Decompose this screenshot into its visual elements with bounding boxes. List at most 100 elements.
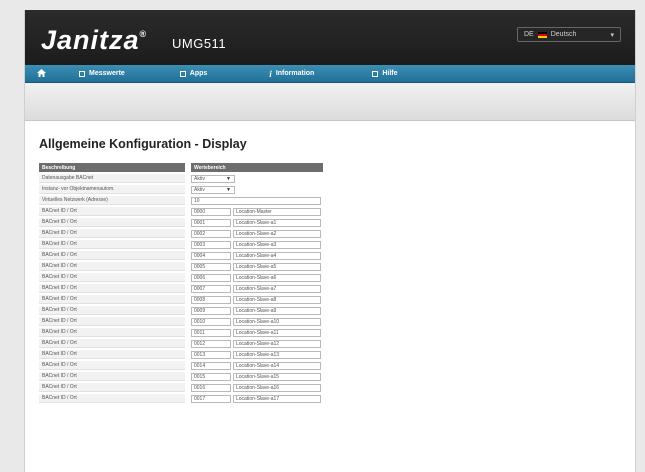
main-nav: Messwerte Apps i Information Hilfe: [25, 65, 635, 83]
nav-item-label: Messwerte: [89, 70, 125, 77]
main-content: Allgemeine Konfiguration - Display Besch…: [25, 121, 635, 405]
bacnet-output-select[interactable]: Aktiv ▼: [191, 174, 235, 183]
location-input[interactable]: Location-Slave-a1: [233, 218, 321, 227]
table-row: Datenausgabe BACnet Aktiv ▼: [39, 174, 323, 183]
bacnet-id-input[interactable]: 0002: [191, 229, 231, 238]
device-model: UMG511: [172, 36, 227, 51]
chevron-down-icon: ▾: [610, 31, 614, 39]
table-row: BACnet ID / Ort 0002 Location-Slave-a2: [39, 229, 323, 238]
table-row: BACnet ID / Ort 0015 Location-Slave-a15: [39, 372, 323, 381]
bacnet-id-input[interactable]: 0001: [191, 218, 231, 227]
location-input[interactable]: Location-Slave-a14: [233, 361, 321, 370]
row-label: BACnet ID / Ort: [39, 240, 185, 249]
table-row: BACnet ID / Ort 0012 Location-Slave-a12: [39, 339, 323, 348]
row-label: BACnet ID / Ort: [39, 273, 185, 282]
home-icon[interactable]: [37, 68, 46, 79]
info-icon: i: [269, 68, 272, 79]
location-input[interactable]: Location-Slave-a5: [233, 262, 321, 271]
table-row: BACnet ID / Ort 0005 Location-Slave-a5: [39, 262, 323, 271]
row-label: BACnet ID / Ort: [39, 394, 185, 403]
table-row: BACnet ID / Ort 0010 Location-Slave-a10: [39, 317, 323, 326]
location-input[interactable]: Location-Slave-a15: [233, 372, 321, 381]
nav-item-label: Hilfe: [382, 70, 398, 77]
table-row: BACnet ID / Ort 0009 Location-Slave-a9: [39, 306, 323, 315]
bacnet-id-input[interactable]: 0011: [191, 328, 231, 337]
bacnet-id-input[interactable]: 0016: [191, 383, 231, 392]
table-body: Datenausgabe BACnet Aktiv ▼ Instanz- vor …: [39, 174, 323, 403]
row-label: BACnet ID / Ort: [39, 383, 185, 392]
location-input[interactable]: Location-Slave-a6: [233, 273, 321, 282]
row-label: BACnet ID / Ort: [39, 350, 185, 359]
header: Janitza® UMG511 DE Deutsch ▾: [25, 10, 635, 65]
row-label: BACnet ID / Ort: [39, 262, 185, 271]
bacnet-id-input[interactable]: 0008: [191, 295, 231, 304]
row-label: Datenausgabe BACnet: [39, 174, 185, 183]
table-row: Virtuelles Netzwerk (Adresse) 10: [39, 196, 323, 205]
row-label: BACnet ID / Ort: [39, 284, 185, 293]
bacnet-id-input[interactable]: 0006: [191, 273, 231, 282]
bacnet-id-input[interactable]: 0014: [191, 361, 231, 370]
table-row: BACnet ID / Ort 0003 Location-Slave-a3: [39, 240, 323, 249]
table-row: BACnet ID / Ort 0014 Location-Slave-a14: [39, 361, 323, 370]
bacnet-id-input[interactable]: 0003: [191, 240, 231, 249]
location-input[interactable]: Location-Slave-a11: [233, 328, 321, 337]
grid-icon: [179, 70, 186, 77]
location-input[interactable]: Location-Slave-a17: [233, 394, 321, 403]
config-table: Beschreibung Wertebereich Datenausgabe B…: [39, 161, 323, 405]
square-icon: [372, 70, 379, 77]
location-input[interactable]: Location-Slave-a9: [233, 306, 321, 315]
location-input[interactable]: Location-Slave-a2: [233, 229, 321, 238]
language-code: DE: [524, 31, 534, 38]
table-row: BACnet ID / Ort 0016 Location-Slave-a16: [39, 383, 323, 392]
table-row: BACnet ID / Ort 0008 Location-Slave-a8: [39, 295, 323, 304]
bacnet-id-input[interactable]: 0012: [191, 339, 231, 348]
row-label: Virtuelles Netzwerk (Adresse): [39, 196, 185, 205]
location-input[interactable]: Location-Slave-a16: [233, 383, 321, 392]
nav-item-label: Apps: [189, 70, 208, 77]
location-input[interactable]: Location-Slave-a3: [233, 240, 321, 249]
select-value: Aktiv: [194, 175, 205, 182]
caret-down-icon: ▼: [226, 186, 231, 193]
row-label: BACnet ID / Ort: [39, 339, 185, 348]
row-label: BACnet ID / Ort: [39, 361, 185, 370]
location-input[interactable]: Location-Slave-a7: [233, 284, 321, 293]
bacnet-id-input[interactable]: 0007: [191, 284, 231, 293]
row-label: BACnet ID / Ort: [39, 372, 185, 381]
bacnet-id-input[interactable]: 0000: [191, 207, 231, 216]
square-icon: [79, 70, 85, 77]
language-label: Deutsch: [550, 31, 577, 38]
location-input[interactable]: Location-Slave-a10: [233, 317, 321, 326]
nav-item-messwerte[interactable]: Messwerte: [79, 70, 125, 77]
bacnet-id-input[interactable]: 0017: [191, 394, 231, 403]
language-select[interactable]: DE Deutsch ▾: [517, 27, 621, 42]
nav-item-hilfe[interactable]: Hilfe: [372, 70, 397, 77]
row-label: BACnet ID / Ort: [39, 207, 185, 216]
location-input[interactable]: Location-Slave-a4: [233, 251, 321, 260]
bacnet-id-input[interactable]: 0015: [191, 372, 231, 381]
row-label: BACnet ID / Ort: [39, 328, 185, 337]
select-value: Aktiv: [194, 186, 205, 193]
instance-name-select[interactable]: Aktiv ▼: [191, 185, 235, 194]
row-label: BACnet ID / Ort: [39, 317, 185, 326]
bacnet-id-input[interactable]: 0005: [191, 262, 231, 271]
table-row: BACnet ID / Ort 0000 Location-Master: [39, 207, 323, 216]
table-row: BACnet ID / Ort 0013 Location-Slave-a13: [39, 350, 323, 359]
location-input[interactable]: Location-Slave-a8: [233, 295, 321, 304]
bacnet-id-input[interactable]: 0009: [191, 306, 231, 315]
location-input[interactable]: Location-Slave-a12: [233, 339, 321, 348]
virtual-network-input[interactable]: 10: [191, 196, 321, 205]
table-row: BACnet ID / Ort 0011 Location-Slave-a11: [39, 328, 323, 337]
table-row: BACnet ID / Ort 0006 Location-Slave-a6: [39, 273, 323, 282]
bacnet-id-input[interactable]: 0013: [191, 350, 231, 359]
nav-item-label: Information: [275, 70, 315, 77]
location-input[interactable]: Location-Slave-a13: [233, 350, 321, 359]
nav-item-apps[interactable]: Apps: [179, 70, 208, 77]
brand-mark: ®: [139, 29, 148, 39]
nav-item-information[interactable]: i Information: [269, 69, 314, 79]
row-label: BACnet ID / Ort: [39, 295, 185, 304]
bacnet-id-input[interactable]: 0010: [191, 317, 231, 326]
location-input[interactable]: Location-Master: [233, 207, 321, 216]
column-header-value-range: Wertebereich: [191, 163, 323, 172]
table-row: BACnet ID / Ort 0017 Location-Slave-a17: [39, 394, 323, 403]
bacnet-id-input[interactable]: 0004: [191, 251, 231, 260]
